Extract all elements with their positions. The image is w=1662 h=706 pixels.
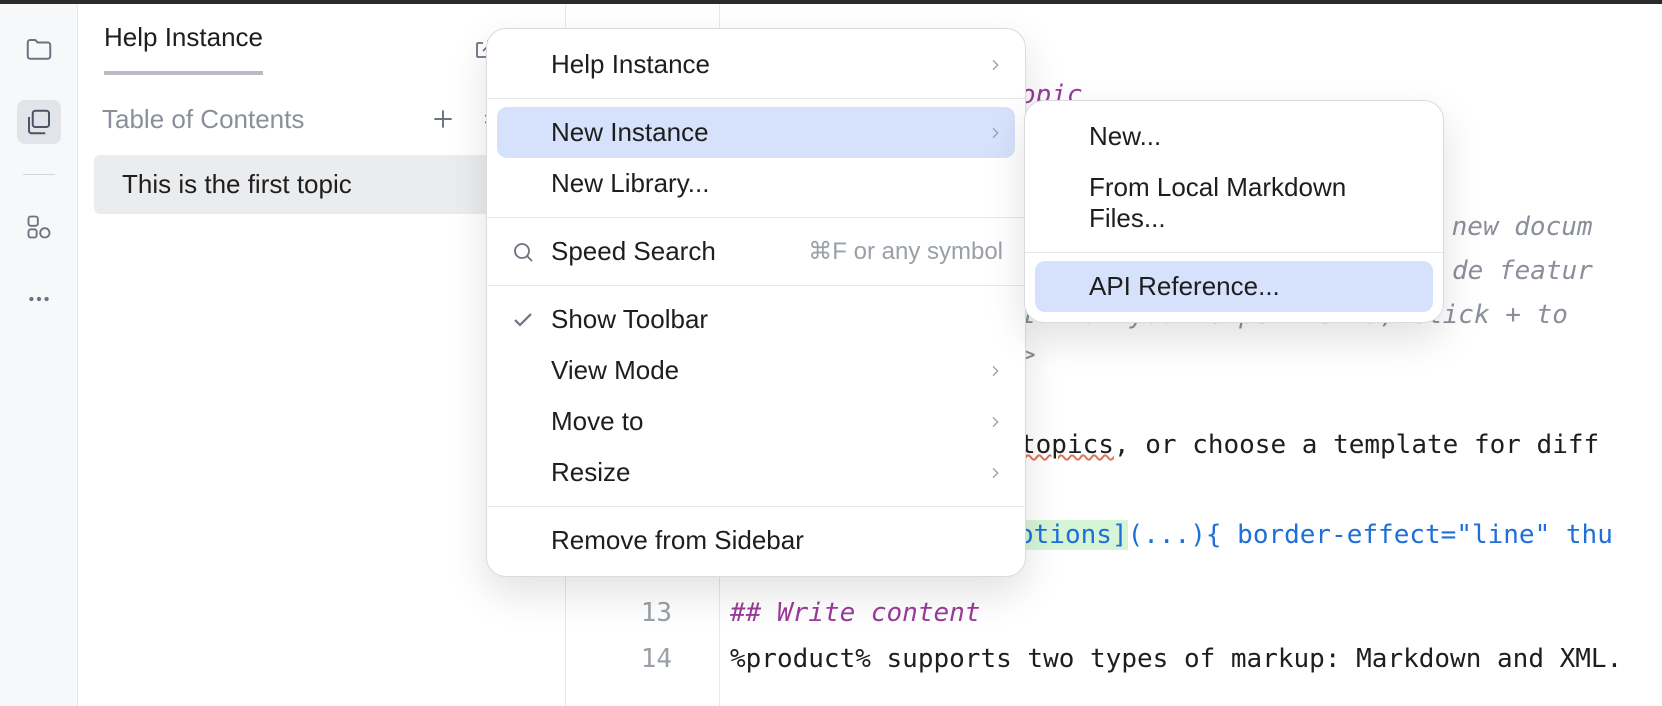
context-menu-item-10[interactable]: Resize bbox=[487, 447, 1025, 498]
check-icon bbox=[509, 308, 537, 332]
code-fragment-topics: topics bbox=[1020, 430, 1114, 460]
menu-item-label: Move to bbox=[551, 406, 973, 437]
chevron-right-icon bbox=[987, 125, 1003, 141]
code-fragment-link-attrs: { border-effect="line" thu bbox=[1206, 520, 1613, 550]
ellipsis-icon bbox=[26, 286, 52, 312]
documents-icon bbox=[24, 107, 54, 137]
chevron-right-icon bbox=[987, 465, 1003, 481]
code-line-14: %product% supports two types of markup: … bbox=[720, 644, 1622, 674]
menu-item-shortcut: ⌘F or any symbol bbox=[808, 237, 1003, 266]
shapes-icon bbox=[25, 213, 53, 241]
submenu-item-3[interactable]: API Reference... bbox=[1035, 261, 1433, 312]
menu-separator bbox=[487, 217, 1025, 218]
menu-item-label: API Reference... bbox=[1089, 271, 1421, 302]
context-menu-item-7[interactable]: Show Toolbar bbox=[487, 294, 1025, 345]
menu-item-label: New... bbox=[1089, 121, 1421, 152]
menu-item-label: From Local Markdown Files... bbox=[1089, 172, 1421, 234]
context-menu-item-0[interactable]: Help Instance bbox=[487, 39, 1025, 90]
sidebar-tab-label[interactable]: Help Instance bbox=[104, 22, 263, 75]
toc-item[interactable]: This is the first topic bbox=[94, 155, 549, 214]
code-line-13: ## Write content bbox=[730, 598, 980, 628]
line-number-13: 13 bbox=[566, 598, 720, 628]
rail-folder-button[interactable] bbox=[17, 28, 61, 72]
menu-item-label: Show Toolbar bbox=[551, 304, 1003, 335]
rail-divider bbox=[23, 174, 55, 175]
code-fragment-comment1a: new docum bbox=[1436, 212, 1593, 242]
menu-item-label: New Instance bbox=[551, 117, 973, 148]
context-menu-item-2[interactable]: New Instance bbox=[497, 107, 1015, 158]
chevron-right-icon bbox=[987, 414, 1003, 430]
toc-add-button[interactable] bbox=[425, 101, 461, 137]
folder-icon bbox=[24, 35, 54, 65]
context-menu-item-9[interactable]: Move to bbox=[487, 396, 1025, 447]
menu-item-label: Resize bbox=[551, 457, 973, 488]
menu-separator bbox=[487, 285, 1025, 286]
context-menu-item-5[interactable]: Speed Search ⌘F or any symbol bbox=[487, 226, 1025, 277]
toc-title: Table of Contents bbox=[102, 104, 415, 135]
rail-instances-button[interactable] bbox=[17, 100, 61, 144]
submenu-item-0[interactable]: New... bbox=[1025, 111, 1443, 162]
menu-item-label: New Library... bbox=[551, 168, 1003, 199]
menu-item-label: Help Instance bbox=[551, 49, 973, 80]
menu-item-label: View Mode bbox=[551, 355, 973, 386]
menu-separator bbox=[487, 506, 1025, 507]
menu-separator bbox=[1025, 252, 1443, 253]
rail-structure-button[interactable] bbox=[17, 205, 61, 249]
context-submenu: New... From Local Markdown Files... API Re… bbox=[1024, 100, 1444, 323]
menu-item-label: Speed Search bbox=[551, 236, 794, 267]
context-menu-item-12[interactable]: Remove from Sidebar bbox=[487, 515, 1025, 566]
context-menu-item-3[interactable]: New Library... bbox=[487, 158, 1025, 209]
rail-more-button[interactable] bbox=[17, 277, 61, 321]
menu-item-label: Remove from Sidebar bbox=[551, 525, 1003, 556]
plus-icon bbox=[430, 106, 456, 132]
search-icon bbox=[509, 240, 537, 264]
code-fragment-link-text: otions] bbox=[1018, 520, 1128, 550]
context-menu: Help Instance New Instance New Library... S… bbox=[486, 28, 1026, 577]
chevron-right-icon bbox=[987, 363, 1003, 379]
chevron-right-icon bbox=[987, 57, 1003, 73]
code-fragment-topics-plain: , or choose a template for diff bbox=[1114, 430, 1599, 460]
code-fragment-comment1b: de featur bbox=[1452, 256, 1593, 286]
code-fragment-link-url: (...) bbox=[1128, 520, 1206, 550]
context-menu-item-8[interactable]: View Mode bbox=[487, 345, 1025, 396]
line-number-14: 14 bbox=[566, 644, 720, 674]
tool-rail bbox=[0, 4, 78, 706]
submenu-item-1[interactable]: From Local Markdown Files... bbox=[1025, 162, 1443, 244]
menu-separator bbox=[487, 98, 1025, 99]
